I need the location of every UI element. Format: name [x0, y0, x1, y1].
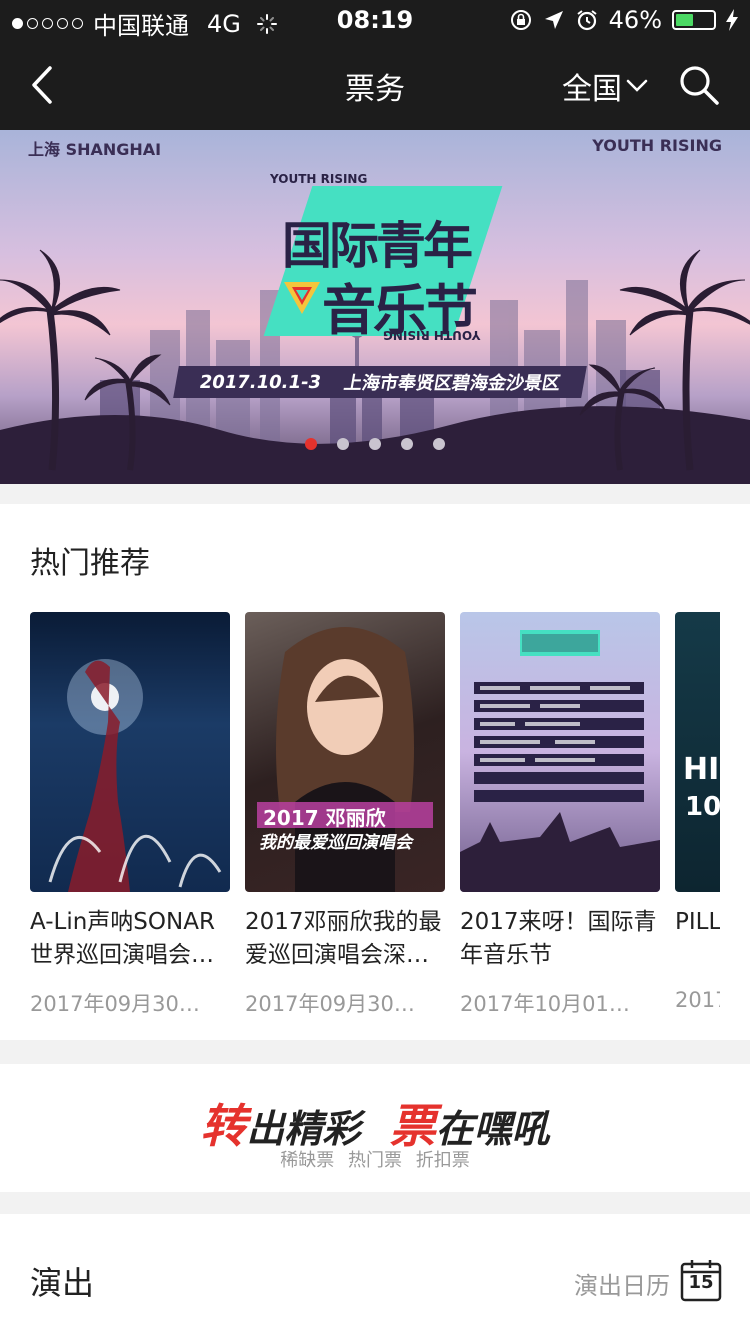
- festival-lineup-art: [460, 630, 660, 892]
- slogan-highlight-1: 转: [200, 1099, 247, 1153]
- event-card[interactable]: 2017来呀！国际青年音乐节 2017年10月01…: [460, 612, 660, 1018]
- event-name: PILL库派: [675, 909, 720, 935]
- pager-dot[interactable]: [433, 438, 445, 450]
- banner-city-label: 上海 SHANGHAI: [28, 140, 162, 159]
- shows-section: 演出 演出日历 15: [0, 1214, 750, 1334]
- banner-pager: [0, 438, 750, 450]
- event-date: 2017年09月30…: [30, 992, 200, 1016]
- pager-dot[interactable]: [305, 438, 317, 450]
- poster-subtitle: 我的最爱巡回演唱会: [259, 833, 412, 853]
- event-poster: [30, 612, 230, 892]
- slogan-highlight-2: 票: [389, 1099, 436, 1153]
- event-date: 2017.10.1-3: [197, 371, 323, 393]
- event-card[interactable]: HI 10 PILL库派 2017: [675, 612, 720, 1012]
- event-name: 2017邓丽欣我的最爱巡回演唱会深…: [245, 909, 442, 968]
- event-date: 2017年10月01…: [460, 992, 630, 1016]
- event-poster: 2017 邓丽欣 我的最爱巡回演唱会: [245, 612, 445, 892]
- poster-title: 2017 邓丽欣: [263, 806, 386, 830]
- banner-tagline: YOUTH RISING: [592, 136, 722, 155]
- poster-title: HI: [683, 752, 720, 787]
- triangle-logo-icon: [284, 282, 320, 314]
- logo-small-top: YOUTH RISING: [270, 172, 368, 186]
- status-right: 46%: [509, 6, 738, 34]
- battery-icon: [672, 10, 716, 30]
- event-name: 2017来呀！国际青年音乐节: [460, 909, 657, 968]
- location-arrow-icon: [544, 11, 563, 29]
- nav-bar: 票务 全国: [0, 40, 750, 130]
- battery-fill: [676, 14, 693, 26]
- recommendation-carousel[interactable]: A-Lin声呐SONAR世界巡回演唱会… 2017年09月30… 2017 邓丽…: [30, 612, 720, 1032]
- event-card[interactable]: 2017 邓丽欣 我的最爱巡回演唱会 2017邓丽欣我的最爱巡回演唱会深… 20…: [245, 612, 445, 1018]
- hot-recommendations-section: 热门推荐 A-Lin声呐SONAR世界巡回演唱会… 2017年09月30… 20…: [0, 504, 750, 1040]
- event-place: 上海市奉贤区碧海金沙景区: [342, 373, 562, 394]
- slogan-text-1: 出精彩: [246, 1107, 361, 1151]
- slogan-text-2: 在嘿吼: [435, 1107, 550, 1151]
- event-info-bar: 2017.10.1-3 上海市奉贤区碧海金沙景区: [173, 366, 587, 398]
- section-heading: 演出: [30, 1264, 95, 1302]
- promo-banner[interactable]: 上海 SHANGHAI YOUTH RISING YOUTH RISING 国际…: [0, 130, 750, 484]
- section-heading: 热门推荐: [30, 546, 150, 581]
- event-date: 2017年09月30…: [245, 992, 415, 1016]
- pager-dot[interactable]: [337, 438, 349, 450]
- chevron-down-icon: [626, 79, 648, 92]
- region-label: 全国: [562, 72, 622, 107]
- region-selector[interactable]: 全国: [562, 64, 648, 108]
- show-calendar-link[interactable]: 演出日历: [574, 1266, 670, 1301]
- alarm-icon: [577, 10, 597, 31]
- poster-number: 10: [685, 792, 720, 822]
- resale-promo-banner[interactable]: 转出精彩 票在嘿吼 稀缺票 热门票 折扣票: [0, 1064, 750, 1192]
- calendar-icon[interactable]: 15: [680, 1258, 722, 1302]
- search-icon[interactable]: [676, 62, 722, 108]
- pager-dot[interactable]: [369, 438, 381, 450]
- event-card[interactable]: A-Lin声呐SONAR世界巡回演唱会… 2017年09月30…: [30, 612, 230, 1018]
- event-date: 2017: [675, 988, 720, 1012]
- rotation-lock-icon: [510, 10, 531, 30]
- singer-silhouette-art: [48, 659, 222, 892]
- calendar-day: 15: [688, 1272, 714, 1293]
- event-poster: HI 10: [675, 612, 720, 892]
- battery-percent: 46%: [608, 6, 662, 34]
- status-bar: 中国联通 4G 08:19 46%: [0, 0, 750, 40]
- logo-small-bottom: YOUTH RISING: [382, 328, 480, 342]
- charging-bolt-icon: [726, 9, 738, 31]
- promo-tags: 稀缺票 热门票 折扣票: [280, 1150, 470, 1171]
- pager-dot[interactable]: [401, 438, 413, 450]
- event-poster: [460, 612, 660, 892]
- event-name: A-Lin声呐SONAR世界巡回演唱会…: [30, 909, 215, 968]
- festival-logo: YOUTH RISING 国际青年 音乐节 YOUTH RISING: [263, 166, 503, 362]
